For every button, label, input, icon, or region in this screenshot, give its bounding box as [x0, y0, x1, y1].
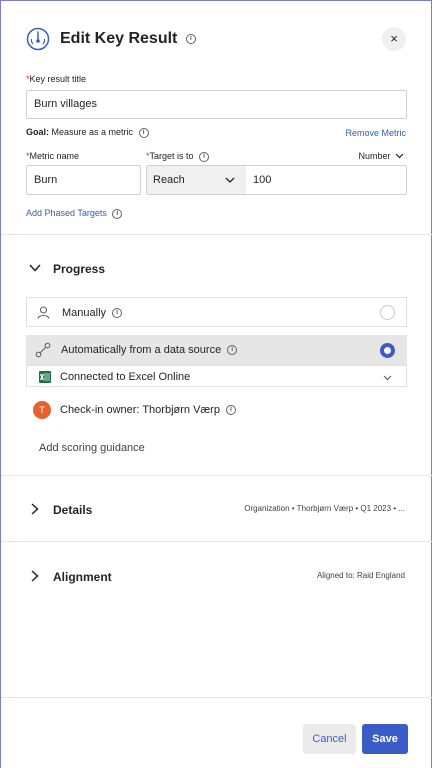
avatar: T	[33, 401, 51, 419]
key-result-title-label: *Key result title	[26, 74, 86, 84]
info-icon[interactable]: i	[112, 208, 123, 219]
goal-prefix: Goal:	[26, 127, 50, 137]
link-chain-icon	[35, 342, 51, 361]
details-summary: Organization • Thorbjørn Værp • Q1 2023 …	[244, 504, 405, 513]
unit-value: Number	[358, 151, 391, 161]
gauge-icon	[26, 27, 50, 51]
add-scoring-guidance-link[interactable]: Add scoring guidance	[39, 442, 145, 454]
key-result-title-value: Burn villages	[34, 98, 97, 110]
target-label-text: Target is to	[149, 151, 194, 161]
target-group: Reach 100	[146, 165, 407, 195]
info-icon[interactable]: i	[185, 33, 196, 44]
manual-option[interactable]: Manually i	[26, 297, 407, 327]
alignment-summary: Aligned to: Raid England	[316, 571, 405, 580]
data-source-select[interactable]: Connected to Excel Online	[26, 365, 407, 387]
info-icon[interactable]: i	[226, 405, 237, 416]
title-text: Edit Key Result	[60, 30, 178, 47]
metric-name-label-text: Metric name	[29, 151, 80, 161]
target-value-input[interactable]: 100	[253, 166, 271, 194]
unit-dropdown[interactable]: Number	[358, 151, 404, 161]
excel-icon	[39, 371, 51, 383]
key-result-label-text: Key result title	[29, 74, 87, 84]
divider	[1, 541, 432, 542]
auto-option[interactable]: Automatically from a data source i	[26, 335, 407, 365]
info-icon[interactable]: i	[227, 345, 238, 356]
alignment-title[interactable]: Alignment	[53, 570, 112, 584]
info-icon[interactable]: i	[112, 308, 123, 319]
metric-name-label: *Metric name	[26, 151, 79, 161]
add-phased-targets-link[interactable]: Add Phased Targets i	[26, 208, 123, 219]
divider	[1, 475, 432, 476]
target-type-select[interactable]: Reach	[147, 166, 246, 194]
page-title: Edit Key Result i	[60, 30, 196, 48]
chevron-down-icon	[395, 151, 404, 161]
progress-title: Progress	[53, 262, 106, 276]
details-title[interactable]: Details	[53, 503, 92, 517]
chevron-right-icon[interactable]	[31, 503, 39, 518]
add-phased-targets-text: Add Phased Targets	[26, 208, 107, 218]
chevron-down-icon	[383, 372, 392, 384]
manual-radio[interactable]	[380, 305, 395, 320]
divider	[1, 697, 432, 698]
metric-name-value: Burn	[34, 174, 58, 186]
avatar-initial: T	[39, 405, 45, 415]
save-button[interactable]: Save	[362, 724, 408, 754]
chevron-down-icon[interactable]	[29, 263, 41, 275]
manual-label-text: Manually	[62, 307, 107, 319]
metric-name-input[interactable]: Burn	[26, 165, 141, 195]
auto-label: Automatically from a data source i	[61, 344, 238, 356]
chevron-right-icon[interactable]	[31, 570, 39, 585]
connected-label: Connected to Excel Online	[60, 371, 191, 383]
goal-row: Goal: Measure as a metric i	[26, 127, 149, 138]
cancel-button[interactable]: Cancel	[303, 724, 356, 754]
auto-radio-selected[interactable]	[380, 343, 395, 358]
target-type-value: Reach	[153, 174, 185, 186]
edit-key-result-panel: Edit Key Result i × *Key result title Bu…	[0, 0, 432, 768]
goal-value: Measure as a metric	[51, 127, 134, 137]
close-icon: ×	[390, 31, 398, 46]
info-icon[interactable]: i	[199, 151, 210, 162]
chevron-down-icon	[225, 166, 235, 205]
target-label: *Target is to i	[146, 151, 210, 162]
check-in-owner[interactable]: Check-in owner: Thorbjørn Værp i	[60, 404, 237, 416]
person-icon	[37, 306, 50, 322]
check-in-owner-text: Check-in owner: Thorbjørn Værp	[60, 404, 220, 416]
target-value: 100	[253, 174, 272, 186]
remove-metric-link[interactable]: Remove Metric	[345, 128, 406, 138]
divider	[1, 234, 432, 235]
close-button[interactable]: ×	[382, 27, 406, 51]
key-result-title-input[interactable]: Burn villages	[26, 90, 407, 119]
info-icon[interactable]: i	[138, 127, 149, 138]
manual-label: Manually i	[62, 307, 123, 319]
auto-label-text: Automatically from a data source	[61, 344, 222, 356]
